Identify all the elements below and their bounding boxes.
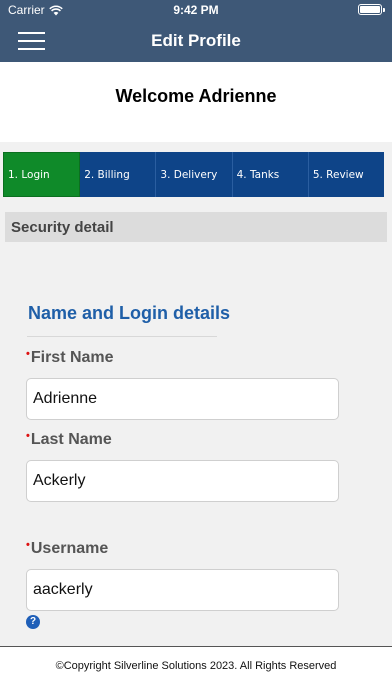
page-title: Edit Profile bbox=[151, 31, 241, 50]
step-login[interactable]: 1. Login bbox=[3, 152, 81, 197]
section-title: Security detail bbox=[11, 219, 114, 236]
required-marker: • bbox=[26, 539, 30, 551]
nav-bar: Edit Profile bbox=[0, 20, 392, 62]
step-delivery[interactable]: 3. Delivery bbox=[156, 152, 233, 197]
username-input[interactable] bbox=[26, 569, 339, 611]
status-time: 9:42 PM bbox=[173, 3, 219, 17]
help-icon[interactable]: ? bbox=[26, 615, 40, 629]
step-billing[interactable]: 2. Billing bbox=[80, 152, 157, 197]
step-tabs: 1. Login 2. Billing 3. Delivery 4. Tanks… bbox=[3, 152, 384, 197]
form-heading: Name and Login details bbox=[28, 303, 231, 323]
step-tanks[interactable]: 4. Tanks bbox=[233, 152, 309, 197]
first-name-input[interactable] bbox=[26, 378, 339, 420]
status-bar: Carrier 9:42 PM bbox=[0, 0, 392, 20]
copyright-text: ©Copyright Silverline Solutions 2023. Al… bbox=[55, 660, 337, 672]
required-marker: • bbox=[26, 348, 30, 360]
first-name-label: •First Name bbox=[26, 348, 114, 367]
welcome-title: Welcome Adrienne bbox=[115, 86, 277, 106]
form-divider bbox=[27, 336, 217, 337]
username-label-text: Username bbox=[30, 540, 109, 557]
required-marker: • bbox=[26, 430, 30, 442]
welcome-area: Welcome Adrienne bbox=[0, 62, 392, 142]
username-label: •Username bbox=[26, 539, 108, 558]
footer: ©Copyright Silverline Solutions 2023. Al… bbox=[0, 646, 392, 696]
last-name-label: •Last Name bbox=[26, 430, 112, 449]
section-header: Security detail bbox=[5, 212, 387, 242]
last-name-label-text: Last Name bbox=[30, 431, 112, 448]
battery-icon bbox=[358, 4, 385, 15]
last-name-input[interactable] bbox=[26, 460, 339, 502]
step-review[interactable]: 5. Review bbox=[309, 152, 384, 197]
first-name-label-text: First Name bbox=[30, 349, 114, 366]
